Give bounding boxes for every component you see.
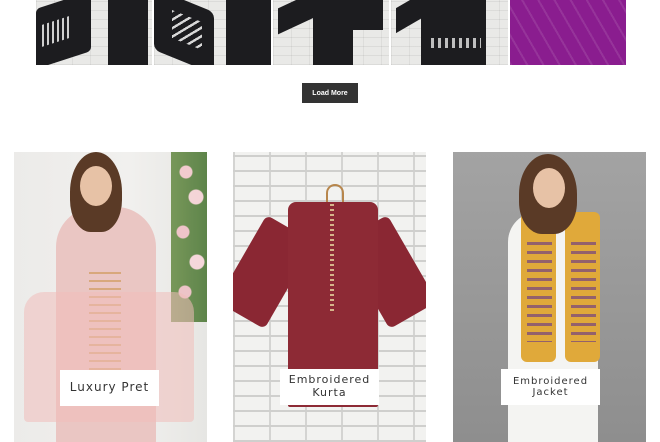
embroidered-placket — [330, 204, 334, 314]
category-card-luxury-pret[interactable]: Luxury Pret — [14, 152, 207, 442]
category-card-embroidered-jacket[interactable]: Embroidered Jacket — [453, 152, 646, 442]
model-face — [533, 168, 565, 208]
product-thumbnail[interactable] — [154, 0, 271, 65]
load-more-button[interactable]: Load More — [302, 83, 358, 103]
jacket-embroidery — [527, 242, 552, 342]
category-label[interactable]: Embroidered Kurta — [280, 369, 379, 405]
hanger — [326, 184, 344, 202]
category-label[interactable]: Embroidered Jacket — [501, 369, 600, 405]
product-thumbnail[interactable] — [272, 0, 390, 65]
model-face — [80, 166, 112, 206]
garment-print — [431, 38, 482, 48]
product-thumbnail[interactable] — [509, 0, 627, 65]
garment-image — [108, 0, 148, 65]
product-thumbnail[interactable] — [391, 0, 508, 65]
garment-image — [421, 0, 487, 65]
fabric-texture — [509, 0, 627, 65]
category-label[interactable]: Luxury Pret — [60, 370, 159, 406]
product-thumbnail-strip — [36, 0, 627, 65]
garment-image — [312, 0, 353, 65]
garment-image — [277, 0, 314, 35]
category-card-embroidered-kurta[interactable]: Embroidered Kurta — [233, 152, 426, 442]
garment-image — [350, 0, 383, 30]
jacket-embroidery — [571, 242, 596, 342]
garment-image — [226, 0, 271, 65]
product-thumbnail[interactable] — [36, 0, 153, 65]
garment-image — [396, 0, 425, 34]
